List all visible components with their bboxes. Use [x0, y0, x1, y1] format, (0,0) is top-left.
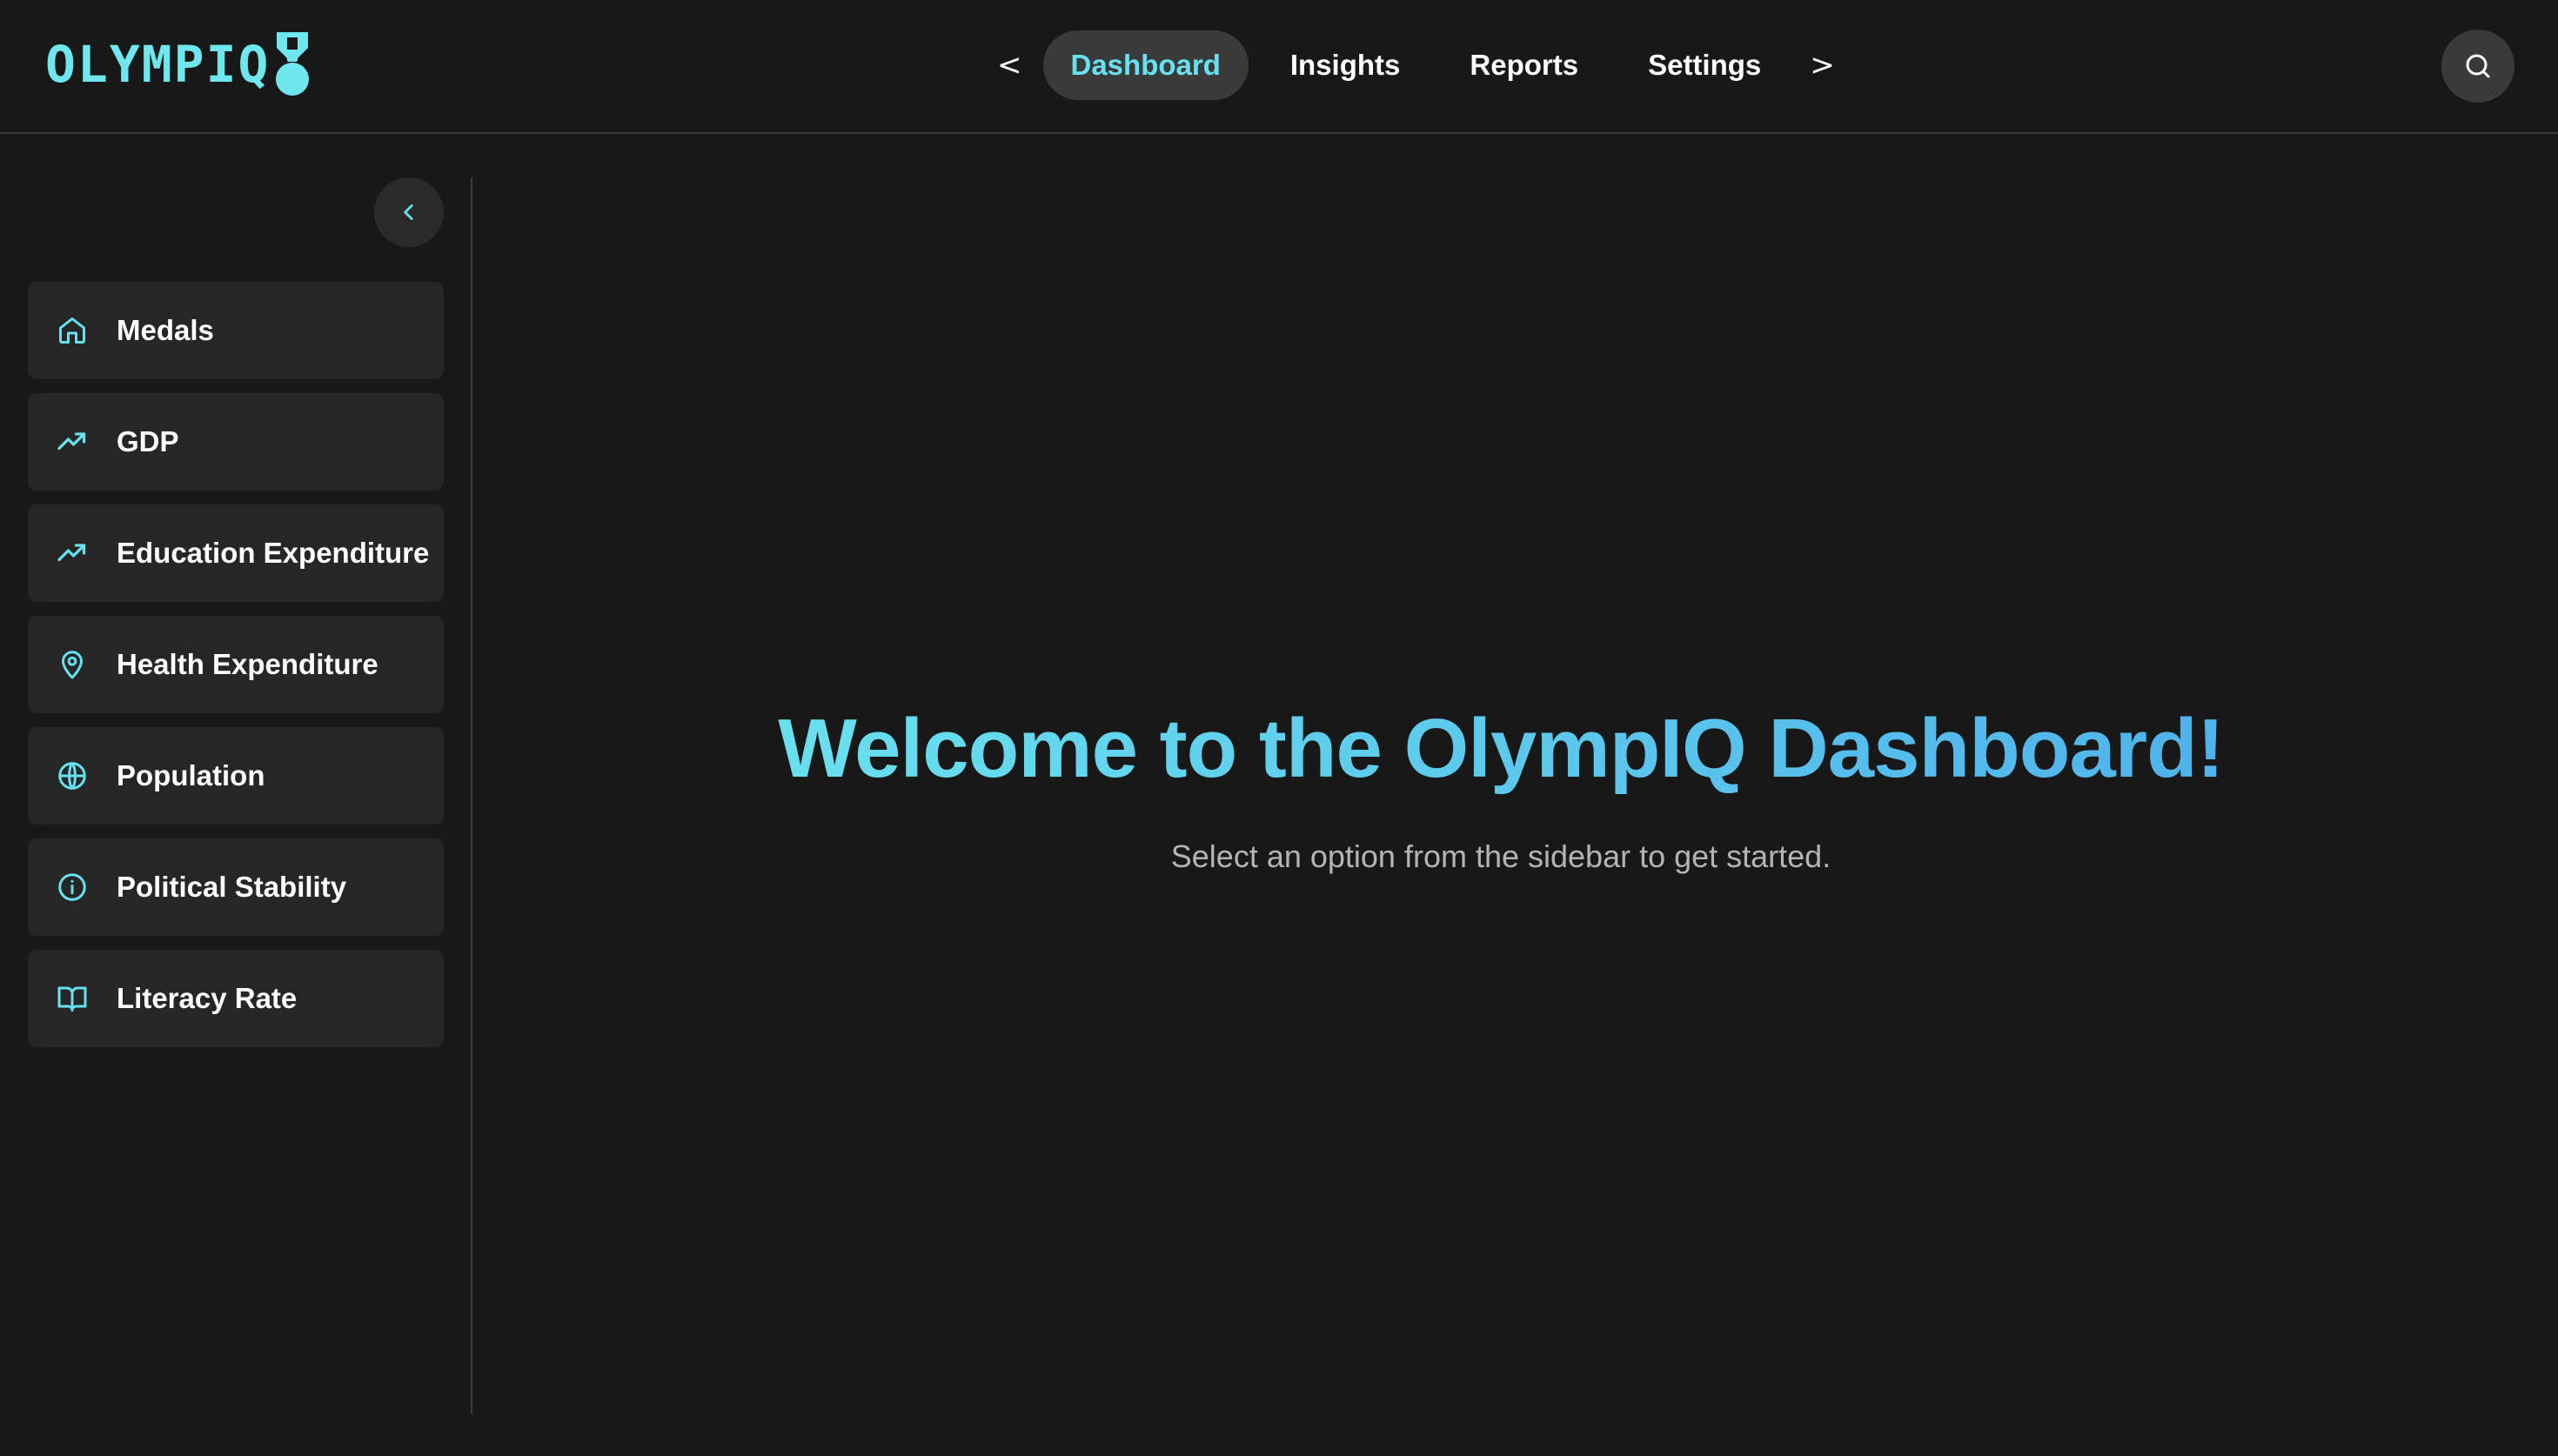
chevron-left-icon	[404, 204, 413, 220]
sidebar-divider	[471, 177, 472, 1414]
sidebar-item-label: Medals	[117, 314, 214, 346]
sidebar-item-education-expenditure[interactable]: Education Expenditure	[28, 504, 444, 602]
welcome-subtitle: Select an option from the sidebar to get…	[1170, 838, 1831, 874]
sidebar-item-literacy-rate[interactable]: Literacy Rate	[28, 950, 444, 1047]
nav-next-arrow[interactable]: >	[1796, 48, 1849, 83]
main-nav: < Dashboard Insights Reports Settings >	[983, 30, 1849, 101]
tab-dashboard[interactable]: Dashboard	[1042, 30, 1249, 100]
sidebar: Medals GDP Education Expenditure Health …	[0, 136, 473, 1414]
logo-text: OLYMPIQ	[45, 35, 271, 94]
search-button[interactable]	[2441, 30, 2514, 103]
book-open-icon	[54, 980, 90, 1017]
sidebar-menu: Medals GDP Education Expenditure Health …	[28, 282, 444, 1047]
sidebar-item-label: Education Expenditure	[117, 537, 430, 569]
tab-insights[interactable]: Insights	[1262, 30, 1429, 100]
logo[interactable]: OLYMPIQ	[45, 28, 311, 101]
sidebar-item-label: Health Expenditure	[117, 648, 378, 680]
main-content: Welcome to the OlympIQ Dashboard! Select…	[473, 136, 2558, 1456]
sidebar-item-political-stability[interactable]: Political Stability	[28, 838, 444, 936]
trending-up-icon	[54, 535, 90, 571]
nav-prev-arrow[interactable]: <	[983, 48, 1036, 83]
sidebar-item-medals[interactable]: Medals	[28, 282, 444, 379]
medal-icon	[273, 30, 311, 98]
map-pin-icon	[54, 646, 90, 683]
sidebar-item-label: Literacy Rate	[117, 982, 298, 1014]
trending-up-icon	[54, 424, 90, 460]
tab-reports[interactable]: Reports	[1442, 30, 1606, 100]
tab-settings[interactable]: Settings	[1620, 30, 1789, 100]
sidebar-item-population[interactable]: Population	[28, 727, 444, 825]
info-icon	[54, 869, 90, 905]
home-icon	[54, 312, 90, 349]
welcome-title: Welcome to the OlympIQ Dashboard!	[473, 701, 2528, 797]
sidebar-item-label: Population	[117, 759, 265, 791]
sidebar-collapse-button[interactable]	[374, 177, 444, 247]
top-navbar: OLYMPIQ < Dashboard Insights Reports Set…	[0, 0, 2558, 134]
sidebar-item-health-expenditure[interactable]: Health Expenditure	[28, 616, 444, 713]
search-icon	[2466, 54, 2490, 78]
sidebar-item-label: Political Stability	[117, 871, 347, 903]
sidebar-item-label: GDP	[117, 425, 179, 458]
globe-icon	[54, 758, 90, 794]
sidebar-item-gdp[interactable]: GDP	[28, 393, 444, 491]
